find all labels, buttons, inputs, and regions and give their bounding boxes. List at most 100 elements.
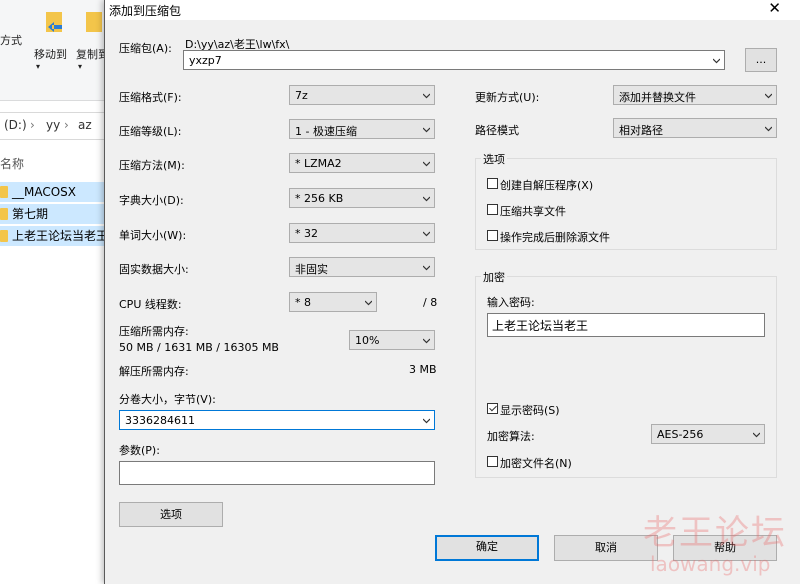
watermark-url: laowang.vip: [650, 552, 771, 576]
parameters-label: 参数(P):: [119, 444, 160, 457]
encryption-method-select[interactable]: AES-256: [651, 424, 765, 444]
memory-percent-value: 10%: [355, 334, 380, 347]
dictionary-size-value: * 256 KB: [295, 192, 344, 205]
level-value: 1 - 极速压缩: [295, 125, 357, 138]
file-name: __MACOSX: [12, 185, 77, 199]
file-row[interactable]: 上老王论坛当老王: [0, 226, 112, 246]
delete-after-label[interactable]: 操作完成后删除源文件: [500, 229, 610, 245]
archive-name-combo[interactable]: yxzp7: [183, 50, 725, 70]
file-row[interactable]: __MACOSX: [0, 182, 112, 202]
archive-label: 压缩包(A):: [119, 42, 172, 55]
cpu-threads-select[interactable]: * 8: [289, 292, 377, 312]
method-label: 压缩方法(M):: [119, 159, 185, 172]
encryption-group-title: 加密: [481, 269, 507, 285]
path-mode-label: 路径模式: [475, 124, 519, 137]
title-bar[interactable]: 添加到压缩包 ✕: [105, 0, 800, 20]
update-mode-select[interactable]: 添加并替换文件: [613, 85, 777, 105]
add-to-archive-dialog: 添加到压缩包 ✕ 压缩包(A): D:\yy\az\老王\lw\fx\ yxzp…: [104, 0, 800, 584]
create-sfx-checkbox[interactable]: [487, 178, 498, 189]
options-button[interactable]: 选项: [119, 502, 223, 527]
ribbon-partial-label: 方式: [0, 34, 22, 47]
file-row[interactable]: 第七期: [0, 204, 112, 224]
memory-percent-select[interactable]: 10%: [349, 330, 435, 350]
password-input[interactable]: 上老王论坛当老王: [487, 313, 765, 337]
breadcrumb-separator: ›: [64, 118, 69, 132]
chevron-down-icon: [365, 300, 372, 306]
show-password-label[interactable]: 显示密码(S): [500, 402, 560, 418]
encrypt-names-label[interactable]: 加密文件名(N): [500, 455, 572, 471]
chevron-down-icon: [423, 127, 430, 133]
delete-after-checkbox[interactable]: [487, 230, 498, 241]
volume-size-label: 分卷大小，字节(V):: [119, 393, 216, 406]
watermark-text: 老王论坛: [643, 513, 787, 553]
breadcrumb-drive[interactable]: (D:): [4, 118, 27, 132]
folder-icon: [0, 186, 8, 198]
dialog-title: 添加到压缩包: [109, 4, 182, 18]
compress-memory-label: 压缩所需内存:: [119, 325, 189, 338]
cpu-threads-label: CPU 线程数:: [119, 298, 182, 311]
browse-button[interactable]: ...: [745, 48, 777, 72]
chevron-down-icon: [423, 231, 430, 237]
folder-icon: [0, 208, 8, 220]
breadcrumb-yy[interactable]: yy: [46, 118, 60, 132]
method-select[interactable]: * LZMA2: [289, 153, 435, 173]
chevron-down-icon: [423, 265, 430, 271]
compress-memory-detail: 50 MB / 1631 MB / 16305 MB: [119, 341, 279, 354]
move-to-icon: [44, 12, 68, 38]
parameters-input[interactable]: [119, 461, 435, 485]
format-value: 7z: [295, 89, 308, 102]
chevron-down-icon: [765, 93, 772, 99]
column-header-name[interactable]: 名称: [0, 155, 24, 172]
file-name: 第七期: [12, 207, 49, 221]
archive-name-value: yxzp7: [189, 54, 222, 67]
dictionary-size-select[interactable]: * 256 KB: [289, 188, 435, 208]
word-size-value: * 32: [295, 227, 318, 240]
word-size-label: 单词大小(W):: [119, 229, 187, 242]
chevron-down-icon: [423, 93, 430, 99]
ok-button[interactable]: 确定: [435, 535, 539, 561]
cpu-threads-value: * 8: [295, 296, 311, 309]
decompress-memory-label: 解压所需内存:: [119, 365, 189, 378]
level-select[interactable]: 1 - 极速压缩: [289, 119, 435, 139]
move-to-dropdown-icon[interactable]: ▾: [36, 62, 40, 71]
move-to-button[interactable]: 移动到: [34, 46, 67, 62]
path-mode-value: 相对路径: [619, 124, 663, 137]
compress-shared-label[interactable]: 压缩共享文件: [500, 203, 566, 219]
format-label: 压缩格式(F):: [119, 91, 182, 104]
update-mode-label: 更新方式(U):: [475, 91, 540, 104]
breadcrumb-separator: ›: [30, 118, 35, 132]
compress-shared-checkbox[interactable]: [487, 204, 498, 215]
chevron-down-icon: [765, 126, 772, 132]
show-password-checkbox[interactable]: [487, 403, 498, 414]
solid-block-select[interactable]: 非固实: [289, 257, 435, 277]
format-select[interactable]: 7z: [289, 85, 435, 105]
cpu-threads-max: / 8: [423, 296, 438, 309]
chevron-down-icon: [423, 418, 430, 424]
file-name: 上老王论坛当老王: [12, 229, 109, 243]
volume-size-value: 3336284611: [125, 414, 195, 427]
solid-block-label: 固实数据大小:: [119, 263, 189, 276]
password-label: 输入密码:: [487, 296, 535, 309]
dictionary-size-label: 字典大小(D):: [119, 194, 184, 207]
level-label: 压缩等级(L):: [119, 125, 182, 138]
copy-to-dropdown-icon[interactable]: ▾: [78, 62, 82, 71]
word-size-select[interactable]: * 32: [289, 223, 435, 243]
encryption-method-value: AES-256: [657, 428, 704, 441]
path-mode-select[interactable]: 相对路径: [613, 118, 777, 138]
breadcrumb-az[interactable]: az: [78, 118, 92, 132]
chevron-down-icon: [423, 338, 430, 344]
encrypt-names-checkbox[interactable]: [487, 456, 498, 467]
chevron-down-icon: [753, 432, 760, 438]
close-icon[interactable]: ✕: [768, 0, 781, 17]
solid-block-value: 非固实: [295, 263, 328, 276]
folder-icon: [0, 230, 8, 242]
chevron-down-icon: [423, 161, 430, 167]
volume-size-combo[interactable]: 3336284611: [119, 410, 435, 430]
decompress-memory-value: 3 MB: [409, 363, 437, 376]
chevron-down-icon: [423, 196, 430, 202]
update-mode-value: 添加并替换文件: [619, 91, 696, 104]
method-value: * LZMA2: [295, 157, 342, 170]
password-value: 上老王论坛当老王: [492, 319, 589, 333]
create-sfx-label[interactable]: 创建自解压程序(X): [500, 177, 593, 193]
encryption-method-label: 加密算法:: [487, 430, 535, 443]
